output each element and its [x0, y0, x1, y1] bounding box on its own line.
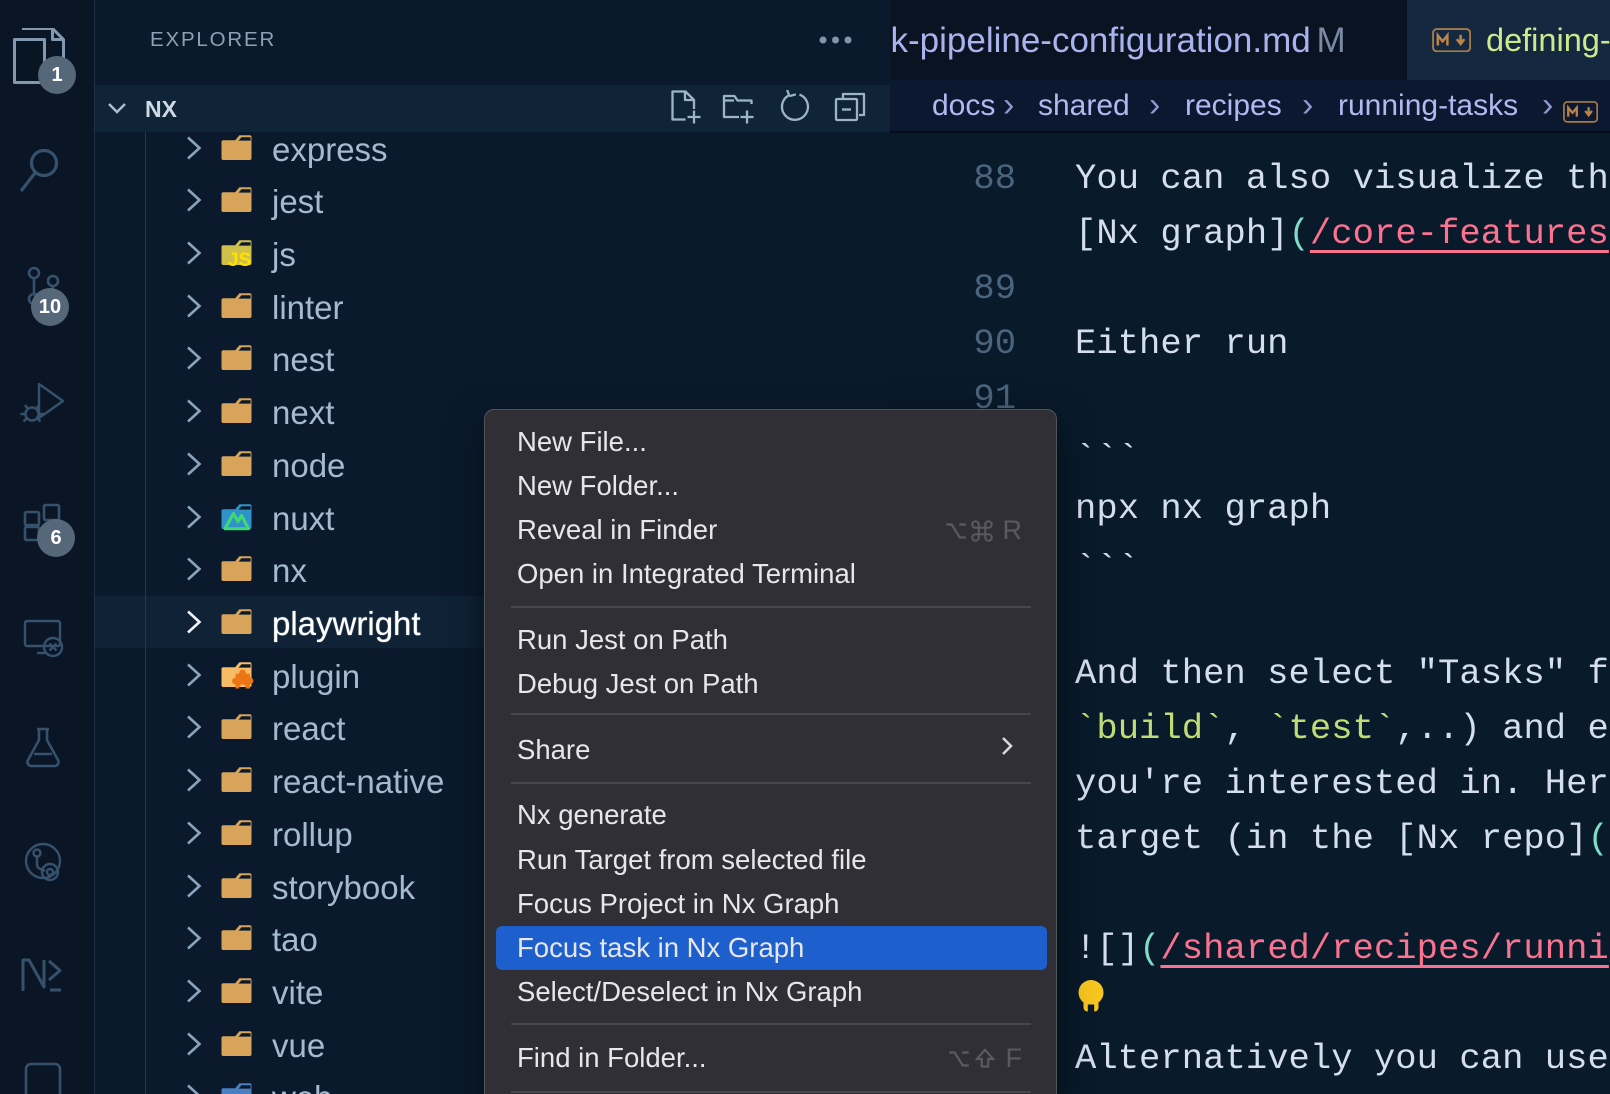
- svg-text:JS: JS: [228, 250, 251, 271]
